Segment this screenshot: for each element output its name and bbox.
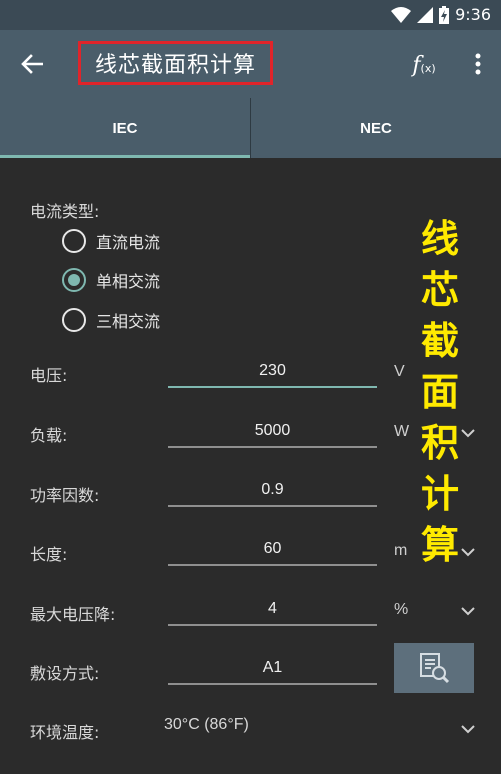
overlay-char: 面 <box>420 370 459 414</box>
status-icons: 9:36 <box>391 5 491 24</box>
radio-three-phase-circle[interactable] <box>62 308 86 332</box>
voltage-input[interactable]: 230 <box>168 356 377 388</box>
radio-single-phase[interactable]: 单相交流 <box>62 266 160 294</box>
installation-method-label: 敷设方式: <box>30 664 100 683</box>
length-label: 长度: <box>30 545 68 564</box>
tab-iec[interactable]: IEC <box>0 98 250 158</box>
max-voltage-drop-label: 最大电压降: <box>30 605 116 624</box>
arrow-left-icon <box>21 54 43 74</box>
voltage-unit: V <box>394 363 405 380</box>
vertical-title-overlay: 线 芯 截 面 积 计 算 <box>418 214 462 571</box>
tab-iec-label: IEC <box>112 119 138 137</box>
radio-three-phase[interactable]: 三相交流 <box>62 306 160 334</box>
back-button[interactable] <box>14 48 50 80</box>
ambient-temperature-select[interactable]: 30°C (86°F) <box>164 716 249 734</box>
ambient-temperature-label: 环境温度: <box>30 723 100 742</box>
radio-three-phase-label: 三相交流 <box>96 312 161 331</box>
chevron-down-icon[interactable] <box>459 722 477 736</box>
load-unit-select[interactable]: W <box>394 423 409 441</box>
max-voltage-drop-input[interactable]: 4 <box>168 594 377 626</box>
page-title-highlight: 线芯截面积计算 <box>78 41 273 85</box>
more-vert-icon <box>475 53 481 75</box>
signal-icon <box>417 6 434 23</box>
current-type-label: 电流类型: <box>30 202 100 221</box>
length-unit-select[interactable]: m <box>394 542 407 560</box>
installation-lookup-button[interactable] <box>394 643 474 693</box>
overlay-char: 算 <box>420 523 459 567</box>
installation-method-input[interactable]: A1 <box>168 653 377 685</box>
overlay-char: 芯 <box>420 268 459 312</box>
status-time: 9:36 <box>455 5 491 24</box>
formula-icon-arg: (x) <box>420 62 436 75</box>
length-input[interactable]: 60 <box>168 534 377 566</box>
radio-single-phase-label: 单相交流 <box>96 272 161 291</box>
more-options-button[interactable] <box>466 48 490 80</box>
formula-icon: f <box>412 53 421 78</box>
power-factor-label: 功率因数: <box>30 486 100 505</box>
status-bar: 9:36 <box>0 0 501 30</box>
tab-nec[interactable]: NEC <box>251 98 501 158</box>
overlay-char: 计 <box>420 472 459 516</box>
radio-single-phase-circle[interactable] <box>62 268 86 292</box>
overlay-char: 线 <box>420 217 459 261</box>
tab-bar: IEC NEC <box>0 98 501 158</box>
form-content: 电流类型: 直流电流 单相交流 三相交流 电压: 230 V 负载: 5000 … <box>0 158 501 774</box>
tab-nec-label: NEC <box>360 119 392 137</box>
overlay-char: 积 <box>420 421 459 465</box>
battery-charging-icon <box>439 5 450 24</box>
radio-dc-label: 直流电流 <box>96 233 161 252</box>
page-title: 线芯截面积计算 <box>94 53 256 78</box>
radio-dc-circle[interactable] <box>62 229 86 253</box>
formula-button[interactable]: f (x) <box>408 48 440 80</box>
chevron-down-icon[interactable] <box>459 604 477 618</box>
overlay-char: 截 <box>420 319 459 363</box>
power-factor-input[interactable]: 0.9 <box>168 475 377 507</box>
wifi-icon <box>391 6 412 23</box>
load-label: 负载: <box>30 426 68 445</box>
app-bar: 线芯截面积计算 f (x) <box>0 30 501 98</box>
voltage-drop-unit-select[interactable]: % <box>394 601 408 619</box>
document-search-icon <box>420 653 450 684</box>
load-input[interactable]: 5000 <box>168 416 377 448</box>
voltage-label: 电压: <box>30 366 68 385</box>
radio-dc[interactable]: 直流电流 <box>62 227 160 255</box>
